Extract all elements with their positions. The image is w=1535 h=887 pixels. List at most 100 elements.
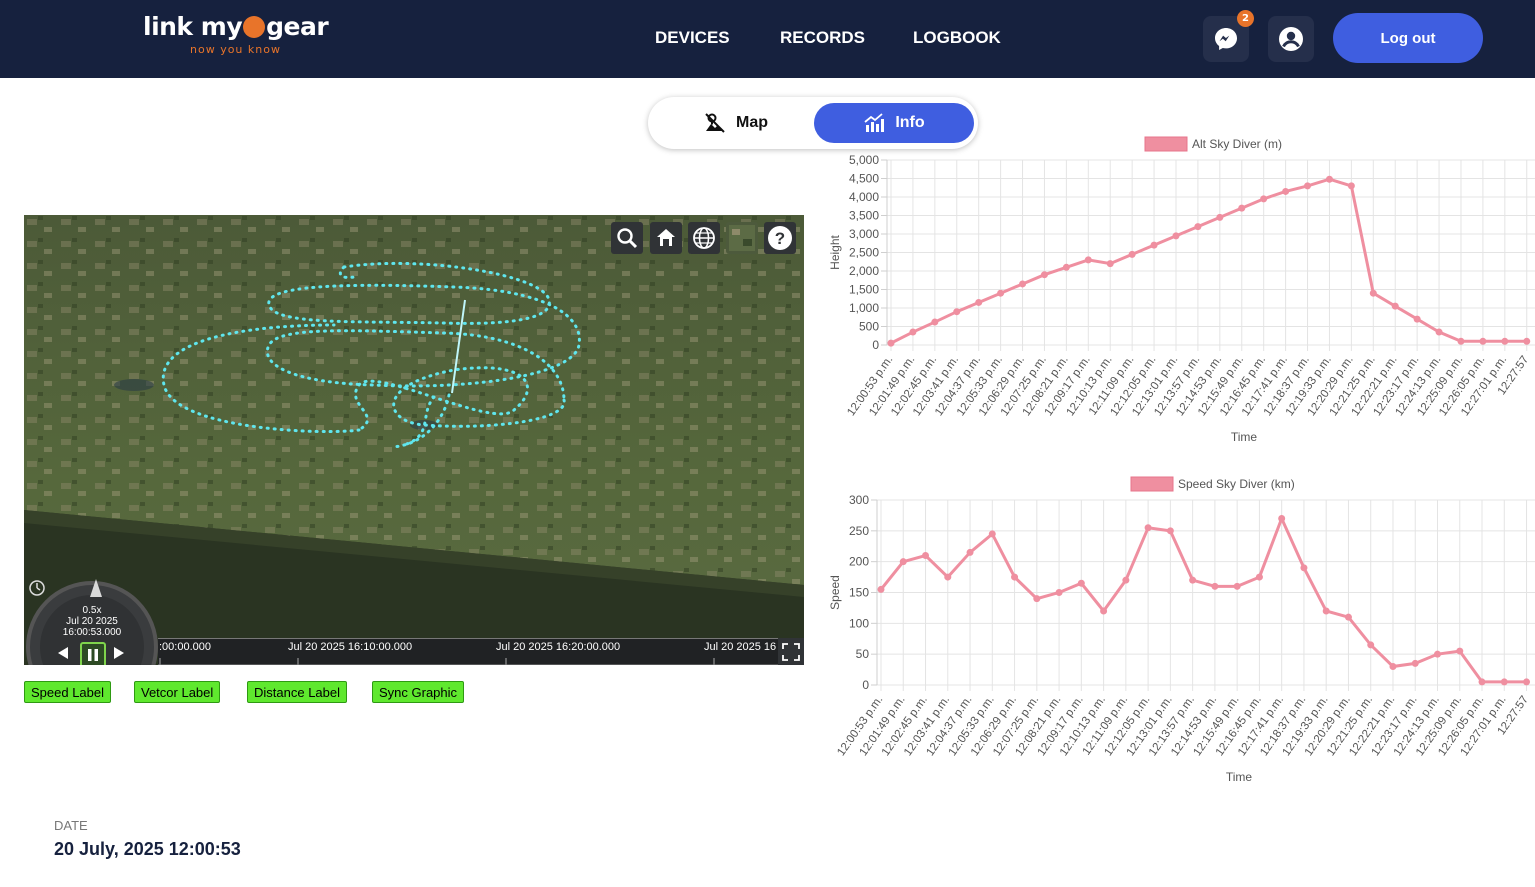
profile-button[interactable] <box>1268 16 1314 62</box>
play-reverse-button[interactable] <box>56 645 70 661</box>
data-point <box>1166 527 1174 535</box>
timeline-tick-label: Jul 20 2025 16 <box>704 641 777 653</box>
pause-icon <box>88 649 98 661</box>
data-point <box>988 530 996 538</box>
tab-map[interactable]: Map <box>656 103 816 143</box>
help-icon: ? <box>768 226 792 250</box>
data-point <box>1325 175 1333 183</box>
data-point <box>1128 250 1136 258</box>
altitude-chart: Alt Sky Diver (m) 5,000 4,500 4,000 3,500 3,0… <box>828 136 1535 444</box>
data-point <box>1457 337 1465 345</box>
y-tick-label: 0 <box>862 678 869 692</box>
y-tick-label: 300 <box>849 493 869 507</box>
y-tick-label: 5,000 <box>849 153 879 167</box>
play-reverse-icon <box>58 647 68 659</box>
data-point <box>931 318 939 326</box>
y-tick-label: 1,000 <box>849 301 879 315</box>
timeline-ticks <box>158 658 778 665</box>
timeline-tick-label: Jul 20 2025 16:10:00.000 <box>288 641 413 653</box>
y-tick-label: 3,500 <box>849 209 879 223</box>
speed-label-button[interactable]: Speed Label <box>24 681 112 703</box>
y-tick-label: 2,000 <box>849 264 879 278</box>
nav-records[interactable]: RECORDS <box>780 28 865 48</box>
data-point <box>1100 607 1108 615</box>
app-header: link my gear now you know DEVICES RECORDS… <box>0 0 1535 78</box>
timeline-bar[interactable]: :00:00.000 Jul 20 2025 16:10:00.000 Jul … <box>158 638 778 665</box>
map-viewer[interactable]: ? 0.5x Jul 20 2025 16:00:53.000 :00:00.0… <box>24 215 804 665</box>
map-home-button[interactable] <box>650 222 682 254</box>
brand-logo[interactable]: link my gear <box>143 12 329 41</box>
svg-text:?: ? <box>775 229 785 248</box>
data-point <box>1435 328 1443 336</box>
data-point <box>1278 515 1286 522</box>
x-axis-label: Time <box>1226 770 1253 784</box>
data-point <box>1433 650 1441 658</box>
fullscreen-button[interactable] <box>778 638 804 665</box>
play-forward-button[interactable] <box>112 645 126 661</box>
distance-label-button[interactable]: Distance Label <box>247 681 347 703</box>
data-point <box>1055 589 1063 596</box>
play-icon <box>114 647 124 659</box>
nav-logbook[interactable]: LOGBOOK <box>913 28 1001 48</box>
y-tick-label: 500 <box>859 320 879 334</box>
y-axis-label: Speed <box>828 575 842 610</box>
map-globe-button[interactable] <box>688 222 720 254</box>
home-icon <box>657 229 675 246</box>
vetcor-label-button[interactable]: Vetcor Label <box>134 681 221 703</box>
data-point <box>944 573 952 581</box>
imagery-layer-icon <box>729 225 755 251</box>
data-point <box>887 339 895 347</box>
series-line <box>879 514 1527 684</box>
map-imagery-button[interactable] <box>726 222 758 254</box>
messages-badge: 2 <box>1237 10 1254 27</box>
data-point <box>1211 582 1219 590</box>
y-axis-label: Height <box>828 234 842 269</box>
data-point <box>1150 241 1158 249</box>
data-point <box>997 289 1005 297</box>
user-icon <box>1279 27 1303 51</box>
pause-button[interactable] <box>80 642 106 665</box>
data-point <box>1389 663 1397 670</box>
y-tick-label: 4,000 <box>849 190 879 204</box>
legend-swatch <box>1130 476 1174 492</box>
data-point <box>1194 223 1202 231</box>
animation-readout: 0.5x Jul 20 2025 16:00:53.000 <box>62 605 122 638</box>
legend: Alt Sky Diver (m) <box>1144 136 1282 152</box>
sync-graphic-button[interactable]: Sync Graphic <box>372 681 465 703</box>
data-point <box>1322 607 1330 615</box>
data-point <box>1456 647 1464 655</box>
data-point <box>909 328 917 336</box>
data-point <box>1260 195 1268 203</box>
data-point <box>1304 182 1312 190</box>
data-point <box>899 558 907 566</box>
data-point <box>1144 524 1152 532</box>
data-point <box>1106 260 1114 268</box>
data-point <box>1233 582 1241 590</box>
nav-devices[interactable]: DEVICES <box>655 28 730 48</box>
brand-tagline: now you know <box>190 43 281 56</box>
y-tick-label: 200 <box>849 555 869 569</box>
timeline-tick-label: :00:00.000 <box>159 641 211 653</box>
fullscreen-icon <box>782 642 800 661</box>
data-point <box>1216 213 1224 221</box>
data-point <box>1347 182 1355 190</box>
search-icon <box>617 228 638 249</box>
data-point <box>1523 337 1531 345</box>
date-label: DATE <box>54 818 88 833</box>
series-line <box>890 177 1527 345</box>
y-tick-label: 4,500 <box>849 172 879 186</box>
speed-chart: Speed Sky Diver (km)30025020015010050012… <box>828 476 1535 784</box>
map-help-button[interactable]: ? <box>764 222 796 254</box>
logout-button[interactable]: Log out <box>1333 13 1483 63</box>
date-value: 20 July, 2025 12:00:53 <box>54 839 241 859</box>
y-tick-label: 1,500 <box>849 283 879 297</box>
data-point <box>1367 641 1375 649</box>
data-point <box>975 298 983 306</box>
data-point <box>1084 256 1092 264</box>
map-icon <box>705 113 725 133</box>
y-tick-label: 50 <box>856 647 870 661</box>
map-search-button[interactable] <box>611 222 643 254</box>
data-point <box>1501 337 1509 345</box>
data-point <box>1479 337 1487 345</box>
data-point <box>1255 573 1263 581</box>
